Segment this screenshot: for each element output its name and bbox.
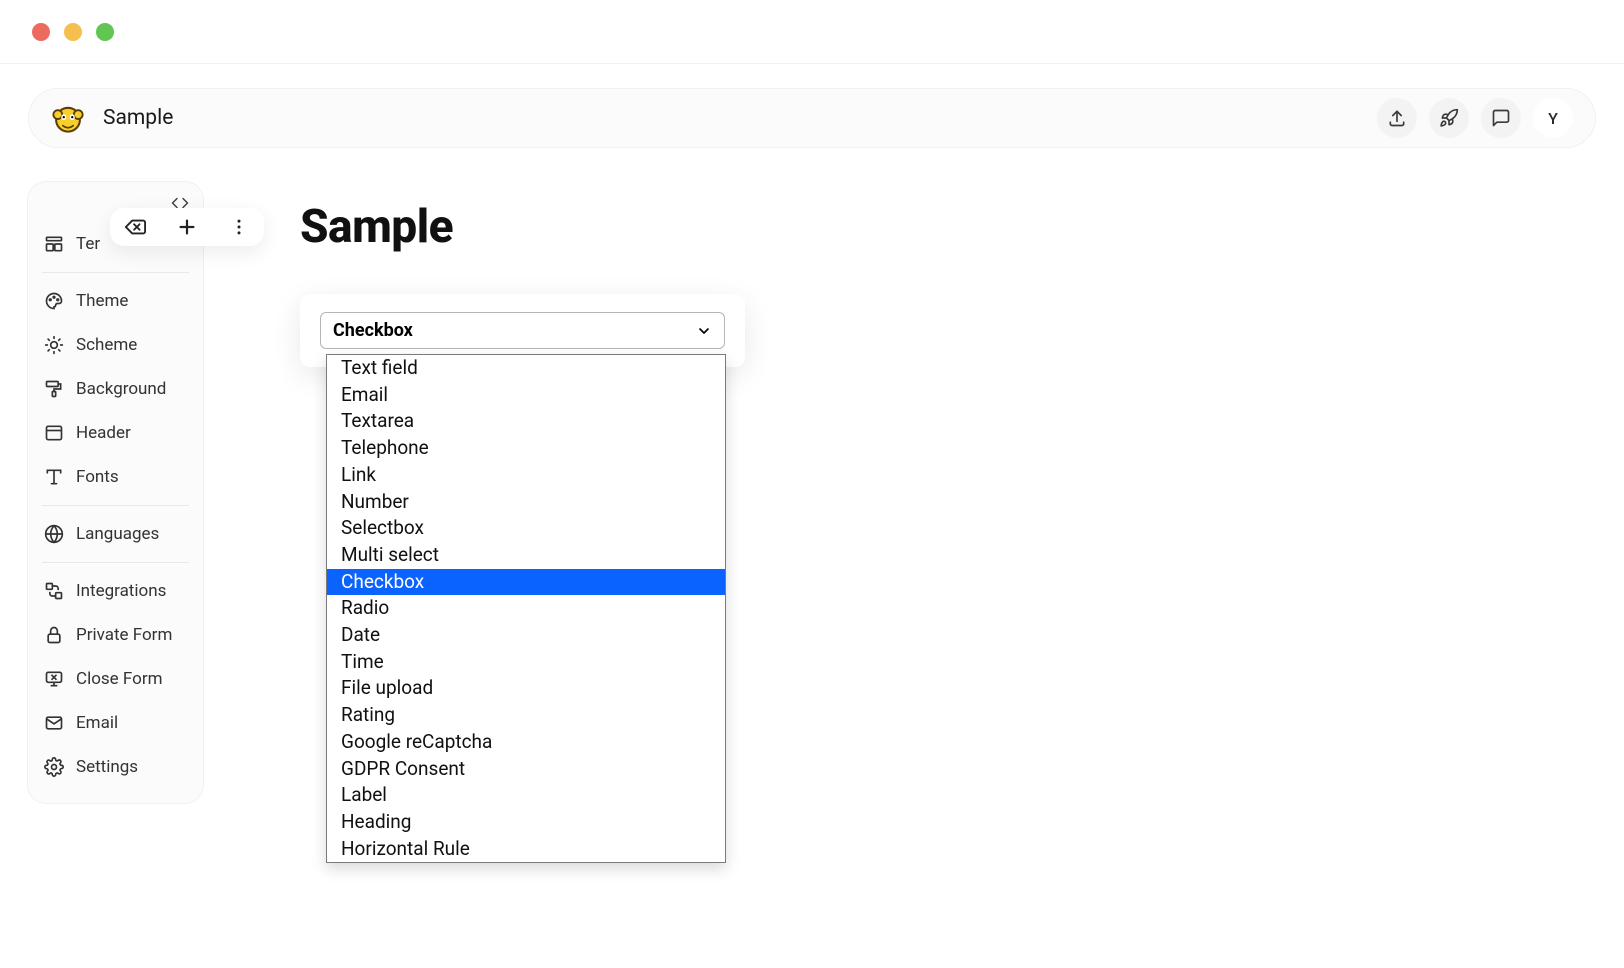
dropdown-option[interactable]: Rating (327, 702, 725, 729)
field-type-select[interactable]: Checkbox (320, 312, 725, 349)
comments-button[interactable] (1481, 98, 1521, 138)
palette-icon (44, 291, 64, 311)
dropdown-option[interactable]: Selectbox (327, 515, 725, 542)
sidebar-item-background[interactable]: Background (28, 367, 203, 411)
sidebar-item-label: Email (76, 713, 118, 733)
window-titlebar (0, 0, 1624, 64)
header-icon (44, 423, 64, 443)
sidebar-item-label: Settings (76, 757, 138, 777)
dropdown-option[interactable]: Heading (327, 809, 725, 836)
window-min-dot[interactable] (64, 23, 82, 41)
integrations-icon (44, 581, 64, 601)
dropdown-option[interactable]: Textarea (327, 408, 725, 435)
upload-icon (1387, 108, 1407, 128)
type-icon (44, 467, 64, 487)
dropdown-option[interactable]: Label (327, 782, 725, 809)
top-bar: Sample Y (28, 88, 1596, 148)
page-title: Sample (300, 200, 745, 254)
sidebar-item-header[interactable]: Header (28, 411, 203, 455)
sidebar-item-private-form[interactable]: Private Form (28, 613, 203, 657)
comment-icon (1491, 108, 1511, 128)
sidebar-item-label: Fonts (76, 467, 119, 487)
sidebar-item-label: Close Form (76, 669, 163, 689)
monitor-x-icon (44, 669, 64, 689)
sidebar-item-languages[interactable]: Languages (28, 512, 203, 556)
dropdown-option[interactable]: GDPR Consent (327, 756, 725, 783)
dropdown-option[interactable]: Date (327, 622, 725, 649)
page-more-button[interactable] (228, 216, 250, 238)
sidebar-item-integrations[interactable]: Integrations (28, 569, 203, 613)
dropdown-option[interactable]: Number (327, 489, 725, 516)
publish-button[interactable] (1429, 98, 1469, 138)
sidebar-item-label: Scheme (76, 335, 137, 355)
sidebar-item-label: Ter (76, 234, 100, 254)
backspace-icon (124, 216, 146, 238)
dropdown-option[interactable]: Link (327, 462, 725, 489)
dropdown-option[interactable]: Telephone (327, 435, 725, 462)
field-type-dropdown: Text fieldEmailTextareaTelephoneLinkNumb… (326, 354, 726, 863)
delete-page-button[interactable] (124, 216, 146, 238)
plus-icon (176, 216, 198, 238)
rocket-icon (1439, 108, 1459, 128)
page-tab-controls (110, 208, 264, 246)
sidebar-item-label: Header (76, 423, 131, 443)
form-title[interactable]: Sample (103, 106, 173, 130)
sidebar-item-label: Private Form (76, 625, 172, 645)
sidebar-item-settings[interactable]: Settings (28, 745, 203, 789)
dropdown-option[interactable]: Radio (327, 595, 725, 622)
design-sidebar: Ter Theme Scheme Background Header Fonts… (28, 182, 203, 803)
globe-icon (44, 524, 64, 544)
user-avatar[interactable]: Y (1533, 98, 1573, 138)
dropdown-option[interactable]: Checkbox (327, 569, 725, 596)
more-vert-icon (229, 217, 249, 237)
sidebar-item-scheme[interactable]: Scheme (28, 323, 203, 367)
dropdown-option[interactable]: Text field (327, 355, 725, 382)
window-close-dot[interactable] (32, 23, 50, 41)
dropdown-option[interactable]: Google reCaptcha (327, 729, 725, 756)
sidebar-item-fonts[interactable]: Fonts (28, 455, 203, 499)
dropdown-option[interactable]: Multi select (327, 542, 725, 569)
field-type-selected: Checkbox (333, 320, 413, 341)
sidebar-item-theme[interactable]: Theme (28, 279, 203, 323)
gear-icon (44, 757, 64, 777)
sidebar-item-label: Integrations (76, 581, 166, 601)
dropdown-option[interactable]: Time (327, 649, 725, 676)
sun-icon (44, 335, 64, 355)
dropdown-option[interactable]: Email (327, 382, 725, 409)
lock-icon (44, 625, 64, 645)
sidebar-item-close-form[interactable]: Close Form (28, 657, 203, 701)
mail-icon (44, 713, 64, 733)
dropdown-option[interactable]: Horizontal Rule (327, 836, 725, 863)
form-canvas: Sample Checkbox (300, 200, 745, 367)
sidebar-item-label: Background (76, 379, 166, 399)
sidebar-item-email[interactable]: Email (28, 701, 203, 745)
chevron-down-icon (696, 323, 712, 339)
sidebar-item-label: Theme (76, 291, 128, 311)
share-button[interactable] (1377, 98, 1417, 138)
dropdown-option[interactable]: File upload (327, 675, 725, 702)
paint-roller-icon (44, 379, 64, 399)
window-max-dot[interactable] (96, 23, 114, 41)
template-icon (44, 234, 64, 254)
sidebar-item-label: Languages (76, 524, 159, 544)
add-page-button[interactable] (176, 216, 198, 238)
app-logo-icon (51, 101, 85, 135)
